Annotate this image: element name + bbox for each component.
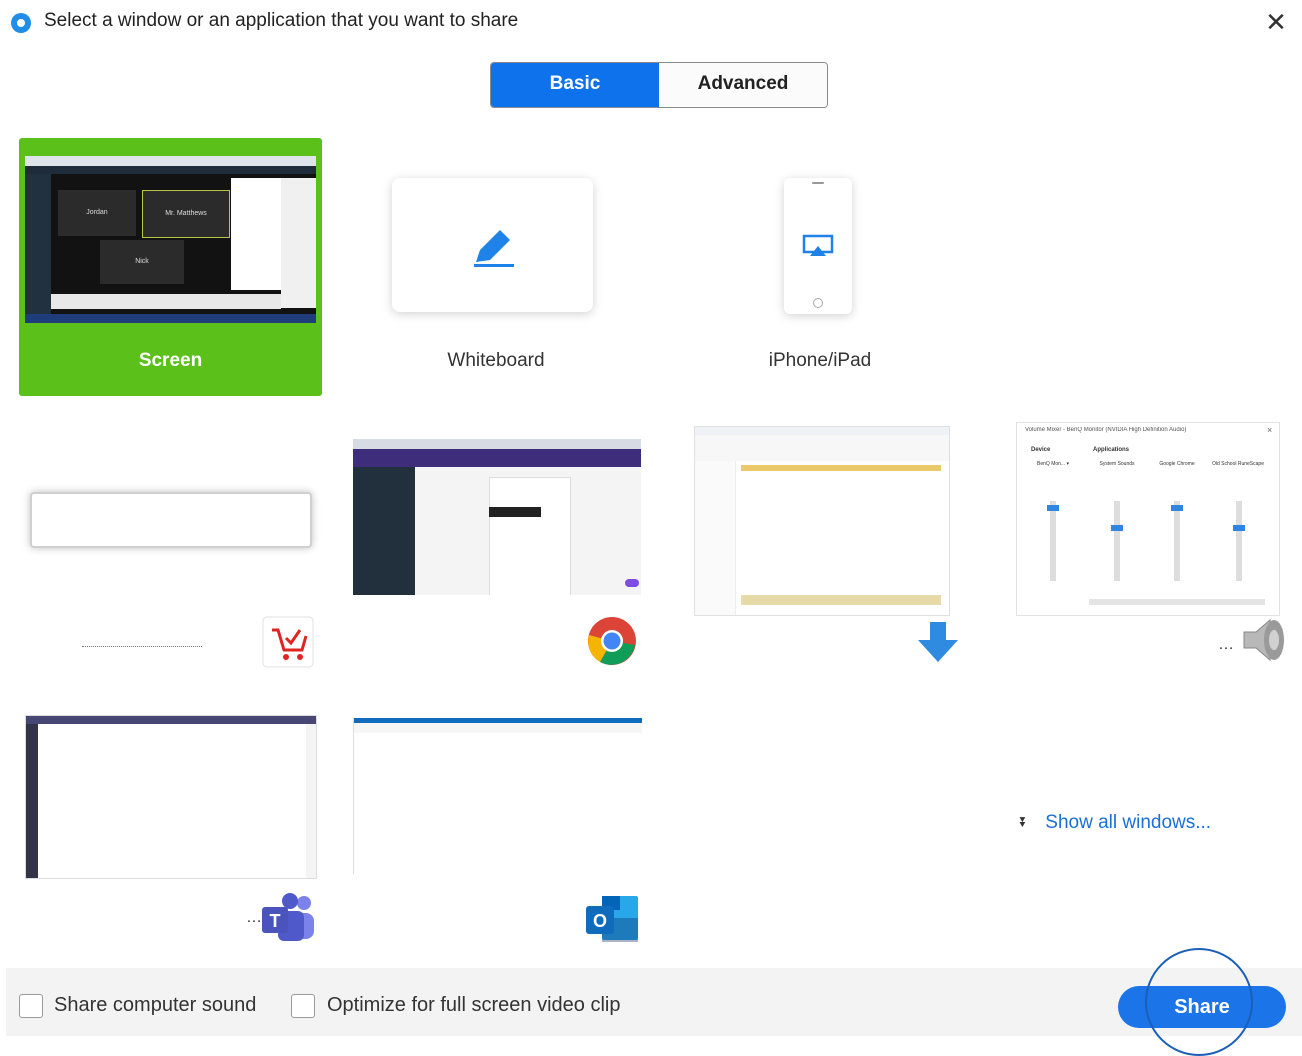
window-title-truncated	[82, 646, 202, 648]
participant-tile: Nick	[100, 240, 184, 284]
mode-toggle: Basic Advanced	[490, 62, 828, 108]
outlook-icon: O	[586, 896, 638, 942]
window-thumbnail	[694, 426, 950, 616]
cart-checkmark-icon	[262, 616, 314, 668]
participant-tile: Mr. Matthews	[142, 190, 230, 238]
speaker-icon	[1243, 618, 1284, 662]
window-thumbnail	[353, 718, 642, 874]
chrome-icon	[588, 617, 636, 665]
window-tile-outlook[interactable]: O	[352, 718, 644, 950]
applications-header: Applications	[1093, 447, 1130, 453]
dialog-title: Select a window or an application that y…	[44, 10, 519, 31]
teams-icon: T	[262, 893, 314, 941]
window-thumbnail: Volume Mixer - BenQ Monitor (NVIDIA High…	[1016, 422, 1280, 616]
optimize-video-label: Optimize for full screen video clip	[327, 994, 621, 1016]
device-header: Device	[1031, 447, 1051, 453]
window-tile-volume-mixer[interactable]: Volume Mixer - BenQ Monitor (NVIDIA High…	[1016, 422, 1296, 682]
volume-mixer-title: Volume Mixer - BenQ Monitor (NVIDIA High…	[1025, 427, 1187, 433]
whiteboard-tile[interactable]	[392, 178, 593, 312]
iphone-ipad-label: iPhone/iPad	[768, 350, 872, 371]
share-sound-checkbox[interactable]	[19, 994, 43, 1018]
whiteboard-label: Whiteboard	[447, 350, 545, 371]
channel-label: Old School RuneScape	[1212, 461, 1264, 467]
airplay-icon	[802, 234, 834, 256]
share-highlight-ring	[1145, 948, 1253, 1056]
window-tile-main[interactable]	[20, 480, 320, 680]
svg-text:O: O	[593, 911, 607, 931]
optimize-video-checkbox[interactable]	[291, 994, 315, 1018]
show-all-label: Show all windows...	[1045, 812, 1212, 833]
window-tile-explorer[interactable]	[694, 424, 984, 674]
window-thumbnail	[30, 492, 312, 548]
iphone-ipad-tile[interactable]	[784, 178, 852, 314]
show-all-windows-link[interactable]: ⏬︎ Show all windows...	[1020, 812, 1211, 834]
expand-down-icon: ⏬︎	[1020, 814, 1027, 830]
channel-label: BenQ Mon... ▾	[1037, 461, 1069, 467]
window-title-truncated: …	[1218, 636, 1234, 653]
window-thumbnail	[25, 715, 317, 879]
tab-basic[interactable]: Basic	[491, 63, 659, 107]
download-arrow-icon	[918, 622, 958, 662]
window-tile-teams[interactable]: … T	[24, 713, 324, 953]
screen-label: Screen	[138, 350, 203, 371]
pencil-icon	[474, 230, 514, 267]
zoom-logo-icon	[11, 13, 31, 33]
screen-thumbnail: Jordan Mr. Matthews Nick	[25, 156, 316, 323]
share-sound-label: Share computer sound	[54, 994, 257, 1016]
svg-text:T: T	[270, 911, 281, 931]
window-tile-chrome[interactable]	[352, 437, 642, 672]
close-icon[interactable]: ✕	[1264, 8, 1288, 36]
participant-tile: Jordan	[58, 190, 136, 236]
channel-label: Google Chrome	[1159, 461, 1195, 467]
window-thumbnail	[353, 439, 641, 595]
tab-advanced[interactable]: Advanced	[659, 63, 827, 107]
channel-label: System Sounds	[1099, 461, 1135, 467]
